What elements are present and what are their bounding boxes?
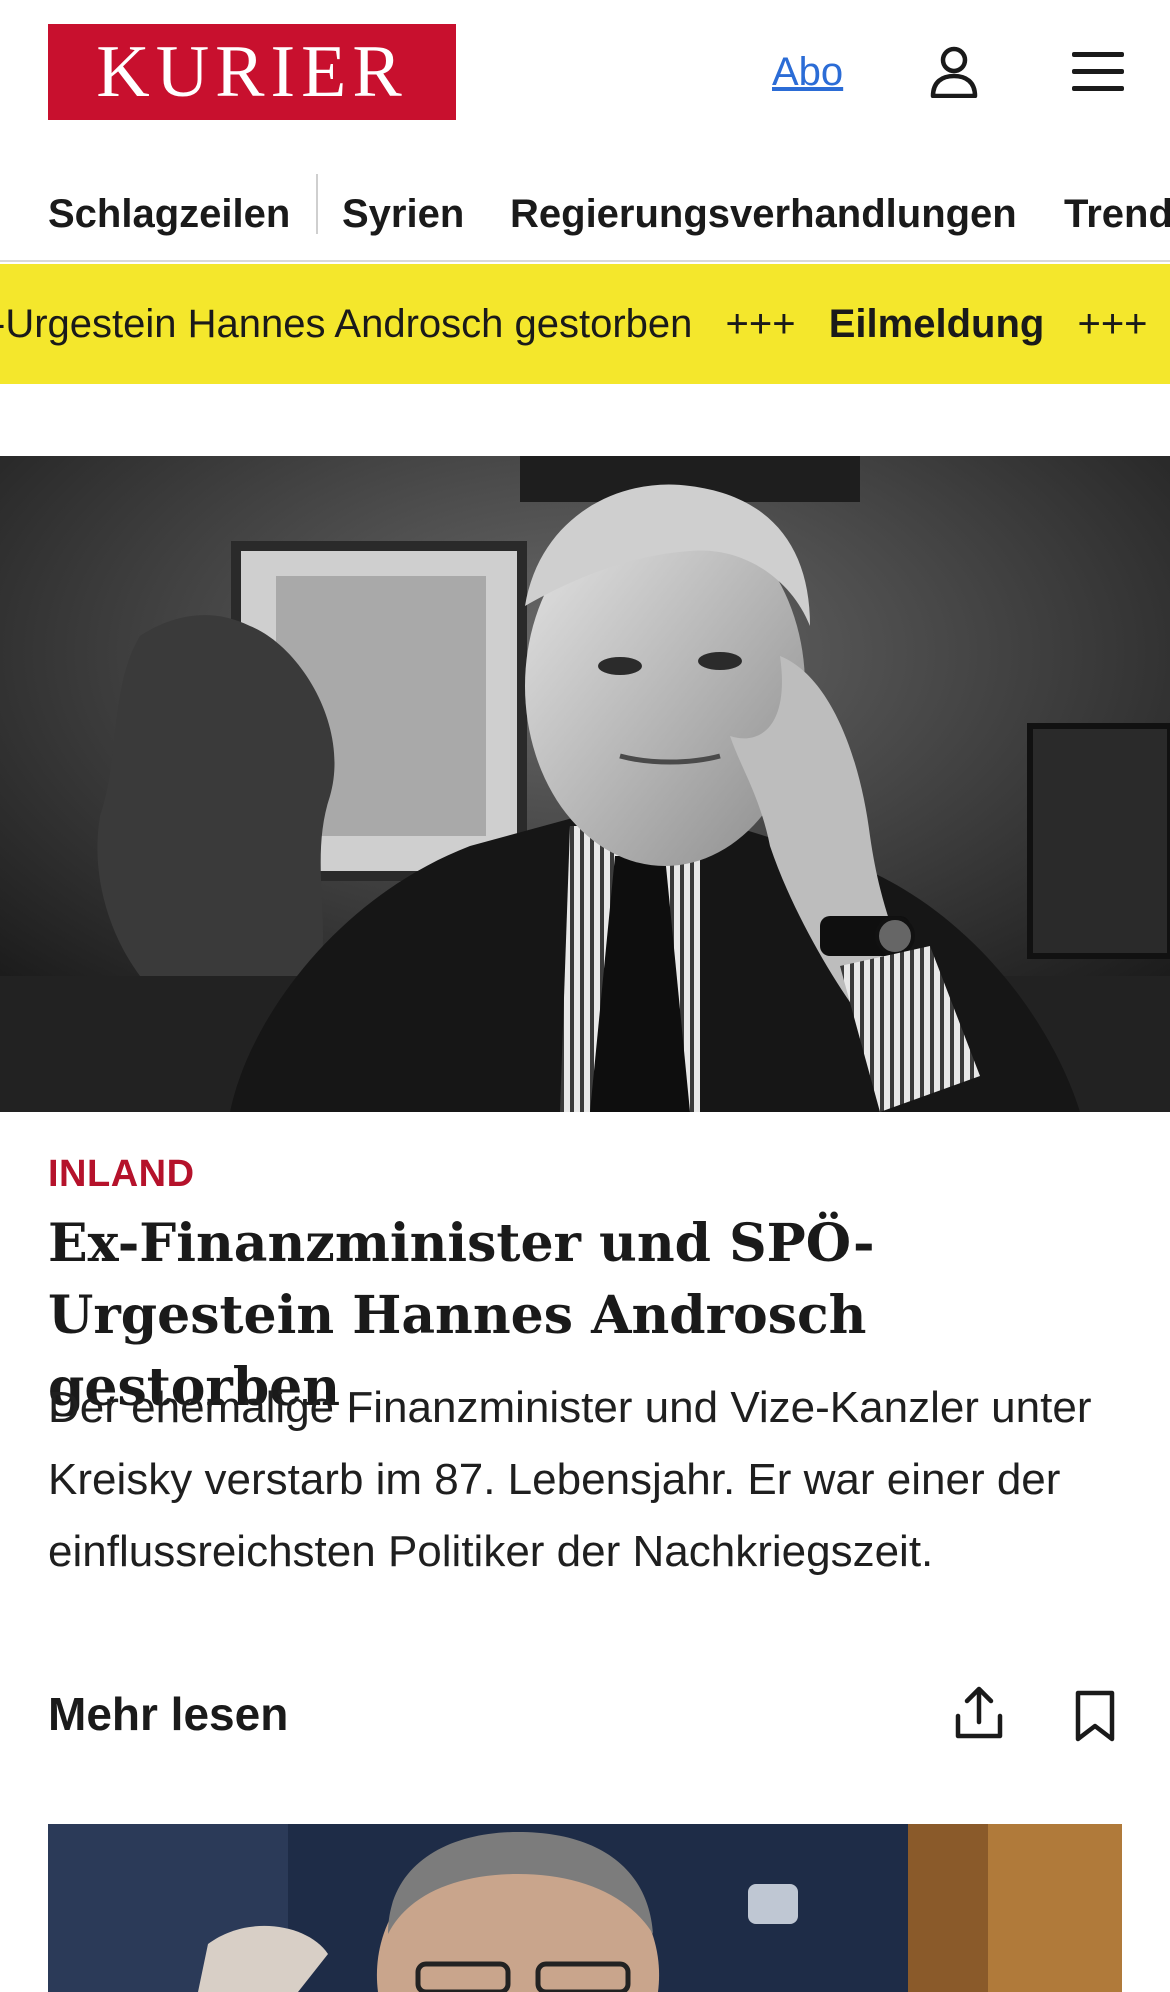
share-icon[interactable] <box>954 1686 1004 1740</box>
bookmark-icon[interactable] <box>1074 1690 1116 1742</box>
user-icon[interactable] <box>930 46 978 99</box>
abo-link[interactable]: Abo <box>772 48 843 96</box>
nav-item-trend[interactable]: Trend <box>1064 180 1170 248</box>
ticker-separator: +++ <box>725 302 796 346</box>
article-lead: Der ehemalige Finanzminister und Vize-Ka… <box>48 1383 1092 1576</box>
page: KURIER Abo Schlagzeilen Syrien Regierung… <box>0 0 1170 1992</box>
article-hero-image[interactable] <box>0 456 1170 1112</box>
ticker-text: -Urgestein Hannes Androsch gestorben <box>0 302 693 346</box>
topic-nav: Schlagzeilen Syrien Regierungsverhandlun… <box>0 170 1170 262</box>
next-article-image[interactable] <box>48 1824 1122 1992</box>
ticker-separator: +++ <box>1077 302 1148 346</box>
nav-item-schlagzeilen[interactable]: Schlagzeilen <box>48 180 290 248</box>
ticker-content: -Urgestein Hannes Androsch gestorben +++… <box>0 264 1170 384</box>
nav-item-syrien[interactable]: Syrien <box>342 180 464 248</box>
site-header: KURIER Abo <box>0 0 1170 146</box>
nav-item-regierungsverhandlungen[interactable]: Regierungsverhandlungen <box>510 180 1017 248</box>
breaking-news-ticker[interactable]: -Urgestein Hannes Androsch gestorben +++… <box>0 264 1170 384</box>
read-more-link[interactable]: Mehr lesen <box>48 1682 288 1746</box>
menu-icon[interactable] <box>1072 50 1124 94</box>
kurier-logo[interactable]: KURIER <box>48 24 456 120</box>
nav-divider <box>316 174 318 234</box>
article-kicker[interactable]: INLAND <box>48 1146 195 1202</box>
ticker-label: Eilmeldung <box>828 302 1045 346</box>
